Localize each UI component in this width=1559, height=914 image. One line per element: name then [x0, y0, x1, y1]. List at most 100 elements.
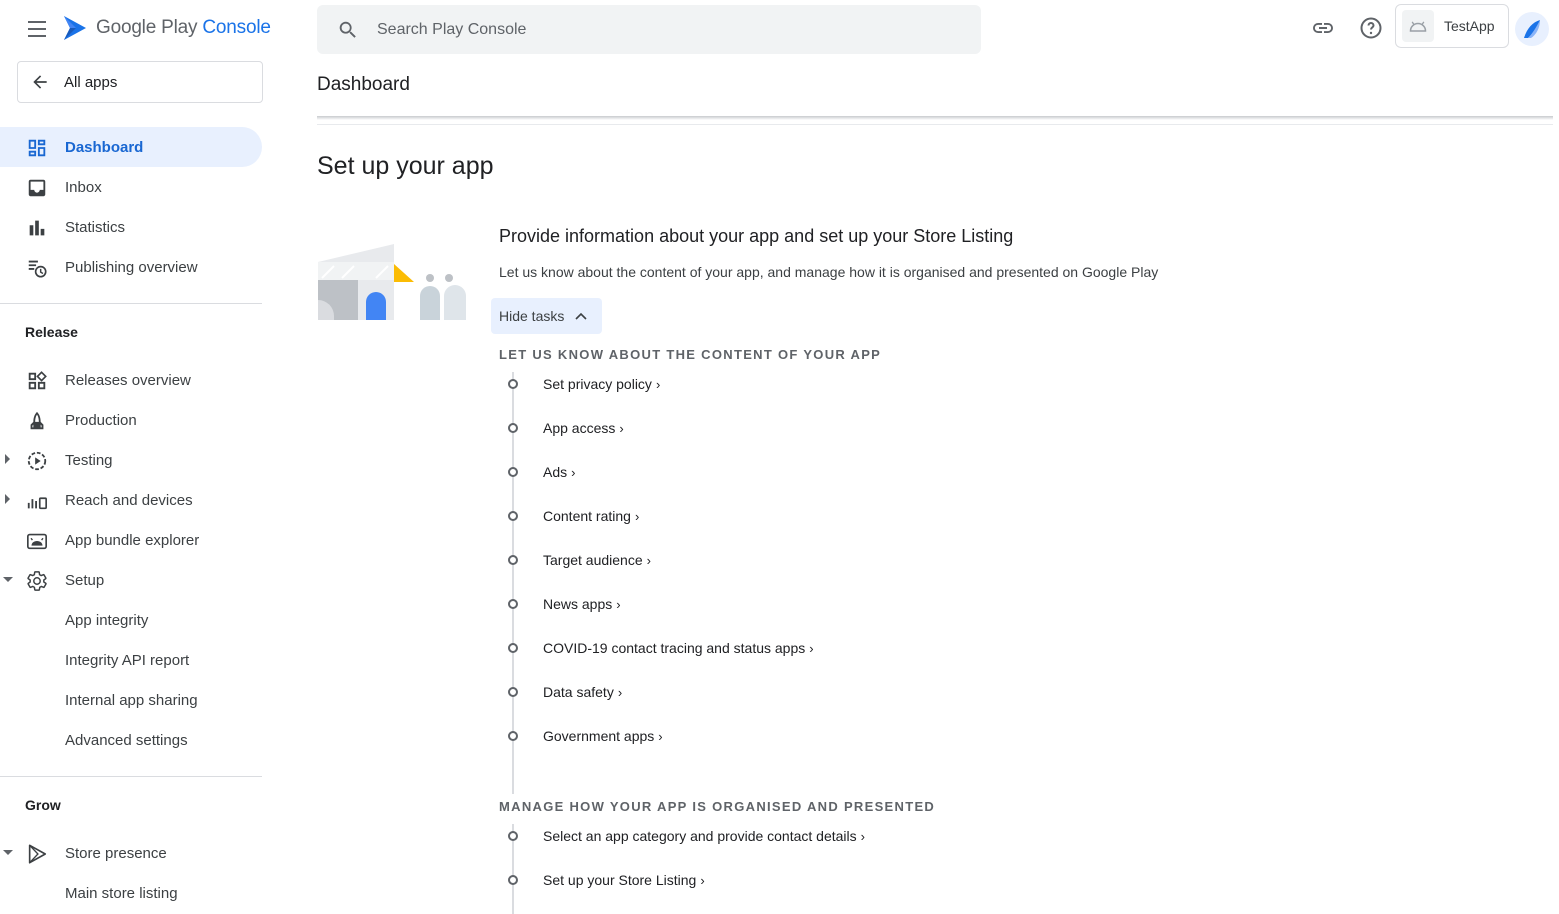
sidebar-item-testing[interactable]: Testing [0, 440, 262, 480]
sidebar-item-setup[interactable]: Setup [0, 560, 262, 600]
task-app-access[interactable]: App access › [506, 417, 624, 439]
sidebar-item-statistics[interactable]: Statistics [0, 207, 262, 247]
help-button[interactable] [1357, 14, 1385, 42]
header-divider [317, 124, 1553, 125]
android-icon [1402, 10, 1434, 42]
reach-devices-icon [26, 490, 48, 512]
chevron-right-icon: › [860, 828, 865, 844]
group-label-presentation: MANAGE HOW YOUR APP IS ORGANISED AND PRE… [499, 799, 936, 814]
main-menu-button[interactable] [22, 16, 52, 42]
arrow-back-icon [33, 75, 47, 89]
task-government-apps[interactable]: Government apps › [506, 725, 663, 747]
sidebar-item-reach-and-devices[interactable]: Reach and devices [0, 480, 262, 520]
task-set-privacy-policy[interactable]: Set privacy policy › [506, 373, 660, 395]
all-apps-button[interactable]: All apps [17, 61, 263, 103]
chevron-right-icon: › [809, 640, 814, 656]
sidebar-item-internal-app-sharing[interactable]: Internal app sharing [0, 680, 262, 720]
header-divider [317, 116, 1553, 120]
publishing-overview-icon [26, 257, 48, 279]
menu-icon [28, 21, 46, 23]
page-title: Dashboard [317, 74, 410, 95]
search-icon [339, 21, 356, 38]
task-app-category[interactable]: Select an app category and provide conta… [506, 825, 865, 847]
task-ads[interactable]: Ads › [506, 461, 575, 483]
group-label-content: LET US KNOW ABOUT THE CONTENT OF YOUR AP… [499, 347, 882, 362]
chevron-right-icon: › [619, 420, 624, 436]
chevron-right-icon: › [658, 728, 663, 744]
task-status-dot [508, 731, 518, 741]
play-icon [26, 843, 48, 865]
gear-icon [26, 570, 48, 592]
task-status-dot [508, 379, 518, 389]
sidebar-item-app-bundle-explorer[interactable]: App bundle explorer [0, 520, 262, 560]
task-content-rating[interactable]: Content rating › [506, 505, 639, 527]
app-selector[interactable]: TestApp [1395, 4, 1509, 48]
chevron-up-icon [575, 312, 587, 320]
chevron-right-icon: › [616, 596, 621, 612]
card-description: Let us know about the content of your ap… [499, 264, 1159, 280]
task-status-dot [508, 511, 518, 521]
chevron-right-icon: › [617, 684, 623, 700]
avatar[interactable] [1515, 12, 1549, 46]
task-status-dot [508, 687, 518, 697]
testing-icon [26, 450, 48, 472]
link-button[interactable] [1309, 14, 1337, 42]
task-status-dot [508, 643, 518, 653]
sidebar-section-release: Release [25, 324, 78, 340]
sidebar-item-inbox[interactable]: Inbox [0, 167, 262, 207]
hide-tasks-button[interactable]: Hide tasks [491, 298, 602, 334]
chevron-right-icon: › [646, 552, 651, 568]
inbox-icon [26, 177, 48, 199]
releases-overview-icon [26, 370, 48, 392]
sidebar-divider [0, 776, 262, 777]
task-status-dot [508, 831, 518, 841]
sidebar-item-production[interactable]: Production [0, 400, 262, 440]
dashboard-icon [26, 137, 48, 159]
collapse-caret-icon[interactable] [3, 577, 13, 582]
task-status-dot [508, 599, 518, 609]
bar-chart-icon [26, 217, 48, 239]
task-status-dot [508, 555, 518, 565]
production-icon [26, 410, 48, 432]
hide-tasks-label: Hide tasks [499, 308, 565, 324]
task-data-safety[interactable]: Data safety › [506, 681, 622, 703]
link-icon [1313, 23, 1333, 33]
task-news-apps[interactable]: News apps › [506, 593, 621, 615]
sidebar-section-grow: Grow [25, 797, 61, 813]
sidebar-item-dashboard[interactable]: Dashboard [0, 127, 262, 167]
android-icon [26, 530, 48, 552]
task-status-dot [508, 467, 518, 477]
task-status-dot [508, 423, 518, 433]
brand-logo[interactable]: Google Play Console [62, 14, 271, 42]
card-title: Provide information about your app and s… [499, 226, 1014, 246]
search-input[interactable] [377, 20, 937, 39]
sidebar-item-releases-overview[interactable]: Releases overview [0, 360, 262, 400]
all-apps-label: All apps [64, 73, 118, 91]
sidebar-item-store-presence[interactable]: Store presence [0, 833, 262, 873]
sidebar-item-publishing-overview[interactable]: Publishing overview [0, 247, 262, 287]
task-status-dot [508, 875, 518, 885]
search-bar[interactable] [317, 5, 981, 54]
chevron-right-icon: › [700, 872, 705, 888]
expand-caret-icon[interactable] [5, 454, 10, 464]
account-avatar-icon [1524, 20, 1540, 38]
task-store-listing[interactable]: Set up your Store Listing › [506, 869, 705, 891]
setup-title: Set up your app [317, 152, 494, 180]
play-console-logo-icon [64, 16, 86, 40]
brand-name: Google Play Console [96, 17, 271, 38]
help-icon [1360, 17, 1382, 39]
app-name: TestApp [1444, 18, 1495, 34]
sidebar-item-main-store-listing[interactable]: Main store listing [0, 873, 262, 913]
task-target-audience[interactable]: Target audience › [506, 549, 651, 571]
collapse-caret-icon[interactable] [3, 850, 13, 855]
sidebar-divider [0, 303, 262, 304]
sidebar-item-integrity-api-report[interactable]: Integrity API report [0, 640, 262, 680]
expand-caret-icon[interactable] [5, 494, 10, 504]
chevron-right-icon: › [655, 376, 661, 392]
task-covid-apps[interactable]: COVID-19 contact tracing and status apps… [506, 637, 814, 659]
chevron-right-icon: › [571, 464, 576, 480]
store-illustration-icon [318, 244, 466, 320]
sidebar-item-app-integrity[interactable]: App integrity [0, 600, 262, 640]
chevron-right-icon: › [634, 508, 640, 524]
sidebar-item-advanced-settings[interactable]: Advanced settings [0, 720, 262, 760]
